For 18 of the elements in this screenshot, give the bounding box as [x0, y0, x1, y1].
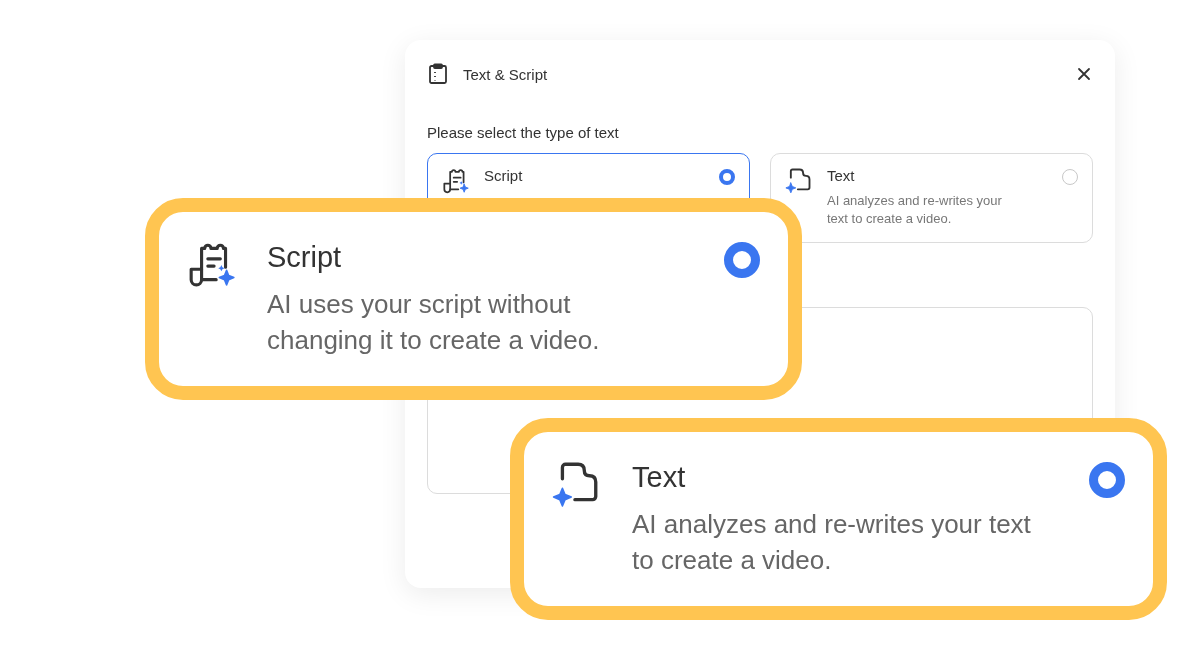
option-title: Text: [632, 461, 687, 494]
radio-button[interactable]: [1062, 169, 1078, 185]
option-description: AI analyzes and re-writes your text to create a video.: [632, 508, 1032, 577]
close-icon[interactable]: [1075, 65, 1093, 83]
option-title: Text: [827, 167, 856, 184]
clipboard-icon: [427, 63, 449, 85]
option-card[interactable]: Text AI analyzes and re-writes your text to create a video.: [770, 153, 1093, 243]
radio-button[interactable]: [724, 242, 760, 278]
prompt-text: Please select the type of text: [427, 124, 620, 141]
option-title: Script: [484, 167, 524, 184]
radio-button[interactable]: [719, 169, 735, 185]
option-title: Script: [267, 241, 343, 274]
option-description: AI uses your script without changing it to create a video.: [267, 288, 601, 357]
option-description: AI analyzes and re-writes your text to create a video.: [827, 192, 1003, 228]
radio-button[interactable]: [1089, 462, 1125, 498]
dialog-title: Text & Script: [463, 65, 549, 83]
script-sparkle-icon: [442, 166, 470, 194]
page-sparkle-icon: [785, 166, 813, 194]
